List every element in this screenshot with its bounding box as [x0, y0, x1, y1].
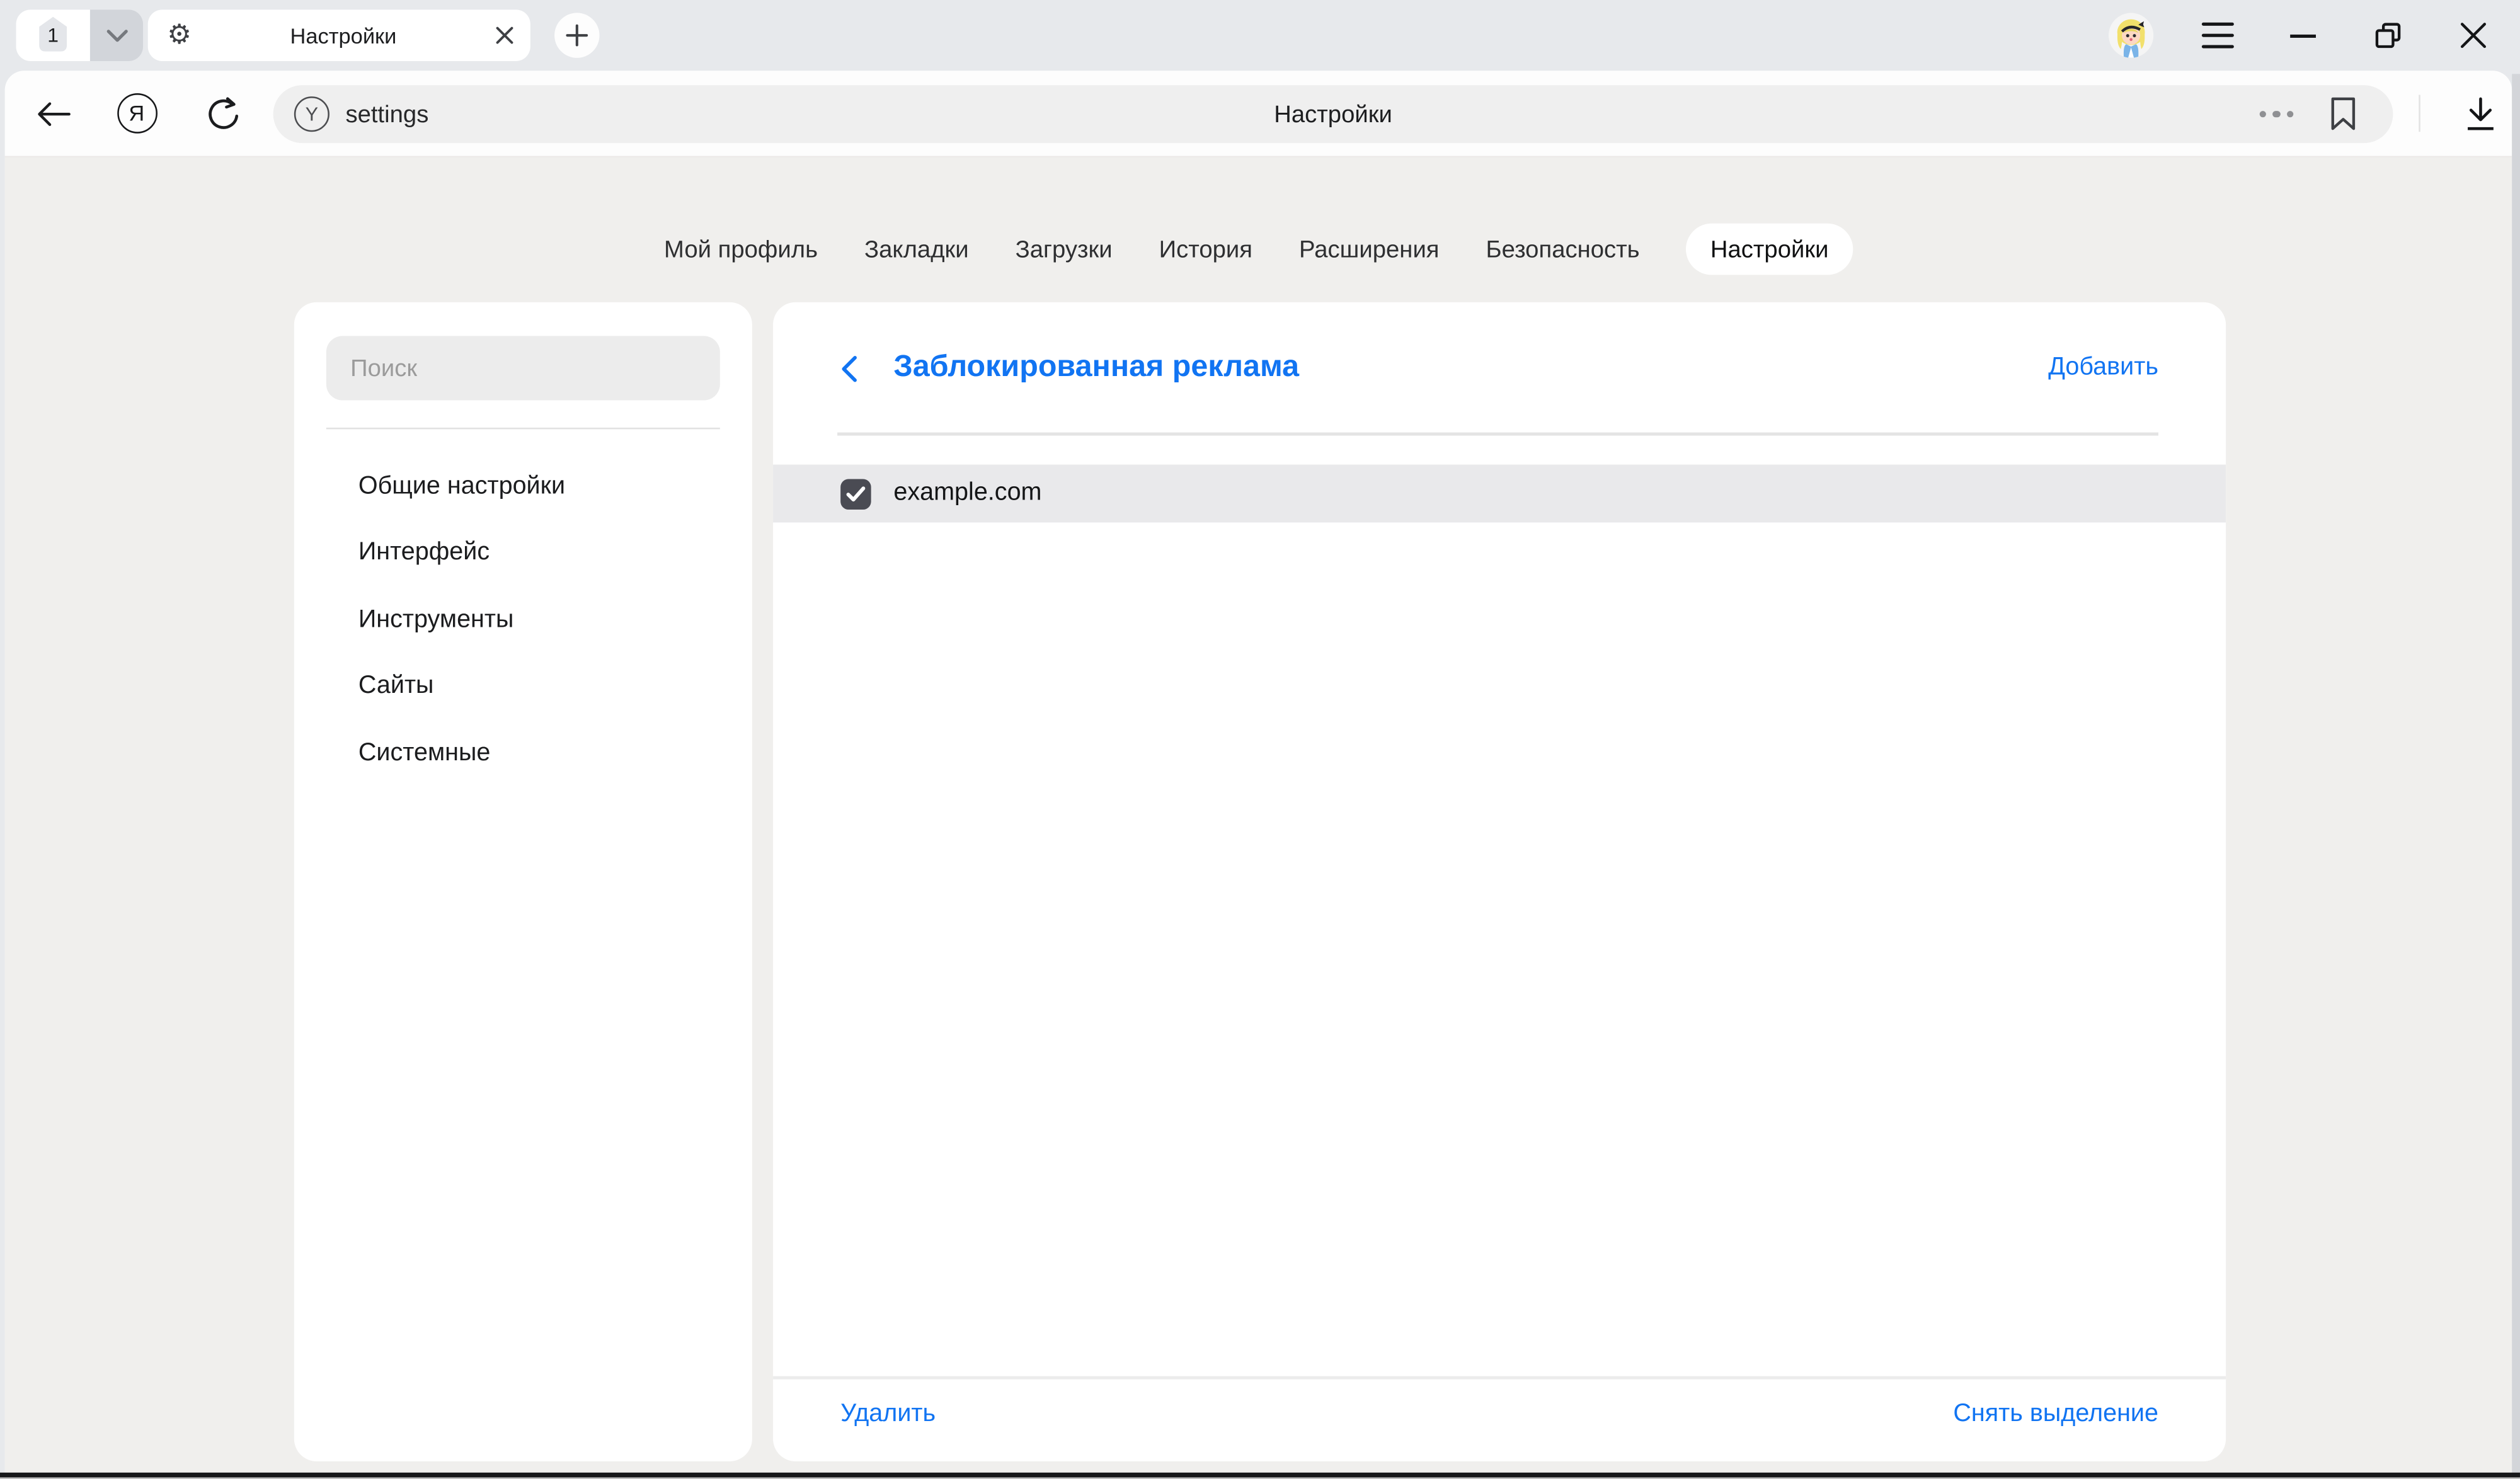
window-bottom-shadow	[0, 1476, 2520, 1479]
tab-group-button[interactable]: 1	[16, 9, 90, 61]
menu-icon[interactable]	[2202, 23, 2234, 49]
tab-my-profile[interactable]: Мой профиль	[664, 236, 818, 263]
sidebar-item-tools[interactable]: Инструменты	[294, 587, 752, 654]
refresh-icon	[204, 94, 243, 132]
new-tab-button[interactable]	[554, 13, 599, 57]
tab-security[interactable]: Безопасность	[1486, 236, 1640, 263]
toolbar: Я Y settings Настройки	[5, 71, 2512, 157]
tab-group-dropdown[interactable]	[90, 9, 143, 61]
sidebar-item-interface[interactable]: Интерфейс	[294, 520, 752, 587]
browser-tab[interactable]: ⚙ Настройки	[148, 9, 530, 61]
settings-sidebar: Общие настройки Интерфейс Инструменты Са…	[294, 302, 752, 1461]
delete-button[interactable]: Удалить	[840, 1400, 936, 1429]
tab-settings[interactable]: Настройки	[1687, 224, 1853, 275]
bookmark-button[interactable]	[2328, 96, 2357, 132]
omnibox-page-title: Настройки	[273, 85, 2393, 143]
search-input[interactable]	[326, 336, 720, 400]
toolbar-divider	[2419, 95, 2420, 132]
settings-page: Мой профиль Закладки Загрузки История Ра…	[5, 157, 2512, 1479]
tab-extensions[interactable]: Расширения	[1299, 236, 1440, 263]
tab-bar: 1 ⚙ Настройки	[0, 0, 2520, 71]
header-divider	[837, 433, 2158, 435]
sidebar-item-system[interactable]: Системные	[294, 720, 752, 787]
add-button[interactable]: Добавить	[2048, 302, 2158, 433]
sidebar-divider	[326, 428, 720, 430]
avatar-image	[2109, 13, 2153, 57]
more-icon[interactable]	[2259, 85, 2293, 143]
address-bar[interactable]: Y settings Настройки	[273, 85, 2393, 143]
chevron-down-icon	[105, 28, 128, 43]
blocked-domain: example.com	[893, 479, 1041, 508]
page-title: Заблокированная реклама	[893, 302, 1299, 433]
sidebar-items: Общие настройки Интерфейс Инструменты Са…	[294, 454, 752, 787]
minimize-icon[interactable]	[2289, 34, 2318, 39]
yandex-letter: Я	[129, 101, 144, 125]
back-button[interactable]	[27, 71, 79, 156]
avatar[interactable]	[2109, 13, 2153, 57]
close-window-icon[interactable]	[2459, 21, 2488, 50]
back-icon	[35, 101, 72, 127]
panel-header: Заблокированная реклама Добавить	[773, 302, 2226, 433]
list-item[interactable]: example.com	[773, 465, 2226, 523]
tab-group-count: 1	[47, 24, 59, 47]
yandex-logo-icon: Я	[117, 93, 157, 134]
back-chevron-icon[interactable]	[840, 355, 858, 382]
tab-title: Настройки	[192, 23, 495, 47]
scrollbar-track[interactable]	[2512, 74, 2520, 1474]
plus-icon	[566, 24, 588, 47]
tab-history[interactable]: История	[1159, 236, 1252, 263]
bookmark-icon	[2328, 96, 2357, 132]
deselect-button[interactable]: Снять выделение	[1953, 1400, 2158, 1429]
restore-icon[interactable]	[2374, 21, 2403, 50]
browser-card: Я Y settings Настройки	[5, 71, 2512, 1479]
gear-icon: ⚙	[167, 21, 192, 49]
refresh-button[interactable]	[198, 71, 249, 156]
tab-bookmarks[interactable]: Закладки	[864, 236, 969, 263]
tab-downloads[interactable]: Загрузки	[1016, 236, 1113, 263]
sidebar-item-sites[interactable]: Сайты	[294, 653, 752, 720]
footer-divider	[773, 1376, 2226, 1379]
download-icon	[2463, 96, 2497, 131]
close-tab-icon[interactable]	[495, 26, 515, 45]
settings-nav-tabs: Мой профиль Закладки Загрузки История Ра…	[5, 224, 2512, 275]
row-checkbox[interactable]	[840, 478, 871, 508]
tab-group-control[interactable]: 1	[16, 9, 144, 61]
browser-window: 1 ⚙ Настройки	[0, 0, 2520, 1479]
downloads-button[interactable]	[2457, 71, 2502, 156]
blocked-ads-panel: Заблокированная реклама Добавить example…	[773, 302, 2226, 1461]
check-icon	[845, 484, 866, 502]
yandex-home-button[interactable]: Я	[111, 71, 163, 156]
sidebar-item-general[interactable]: Общие настройки	[294, 454, 752, 520]
